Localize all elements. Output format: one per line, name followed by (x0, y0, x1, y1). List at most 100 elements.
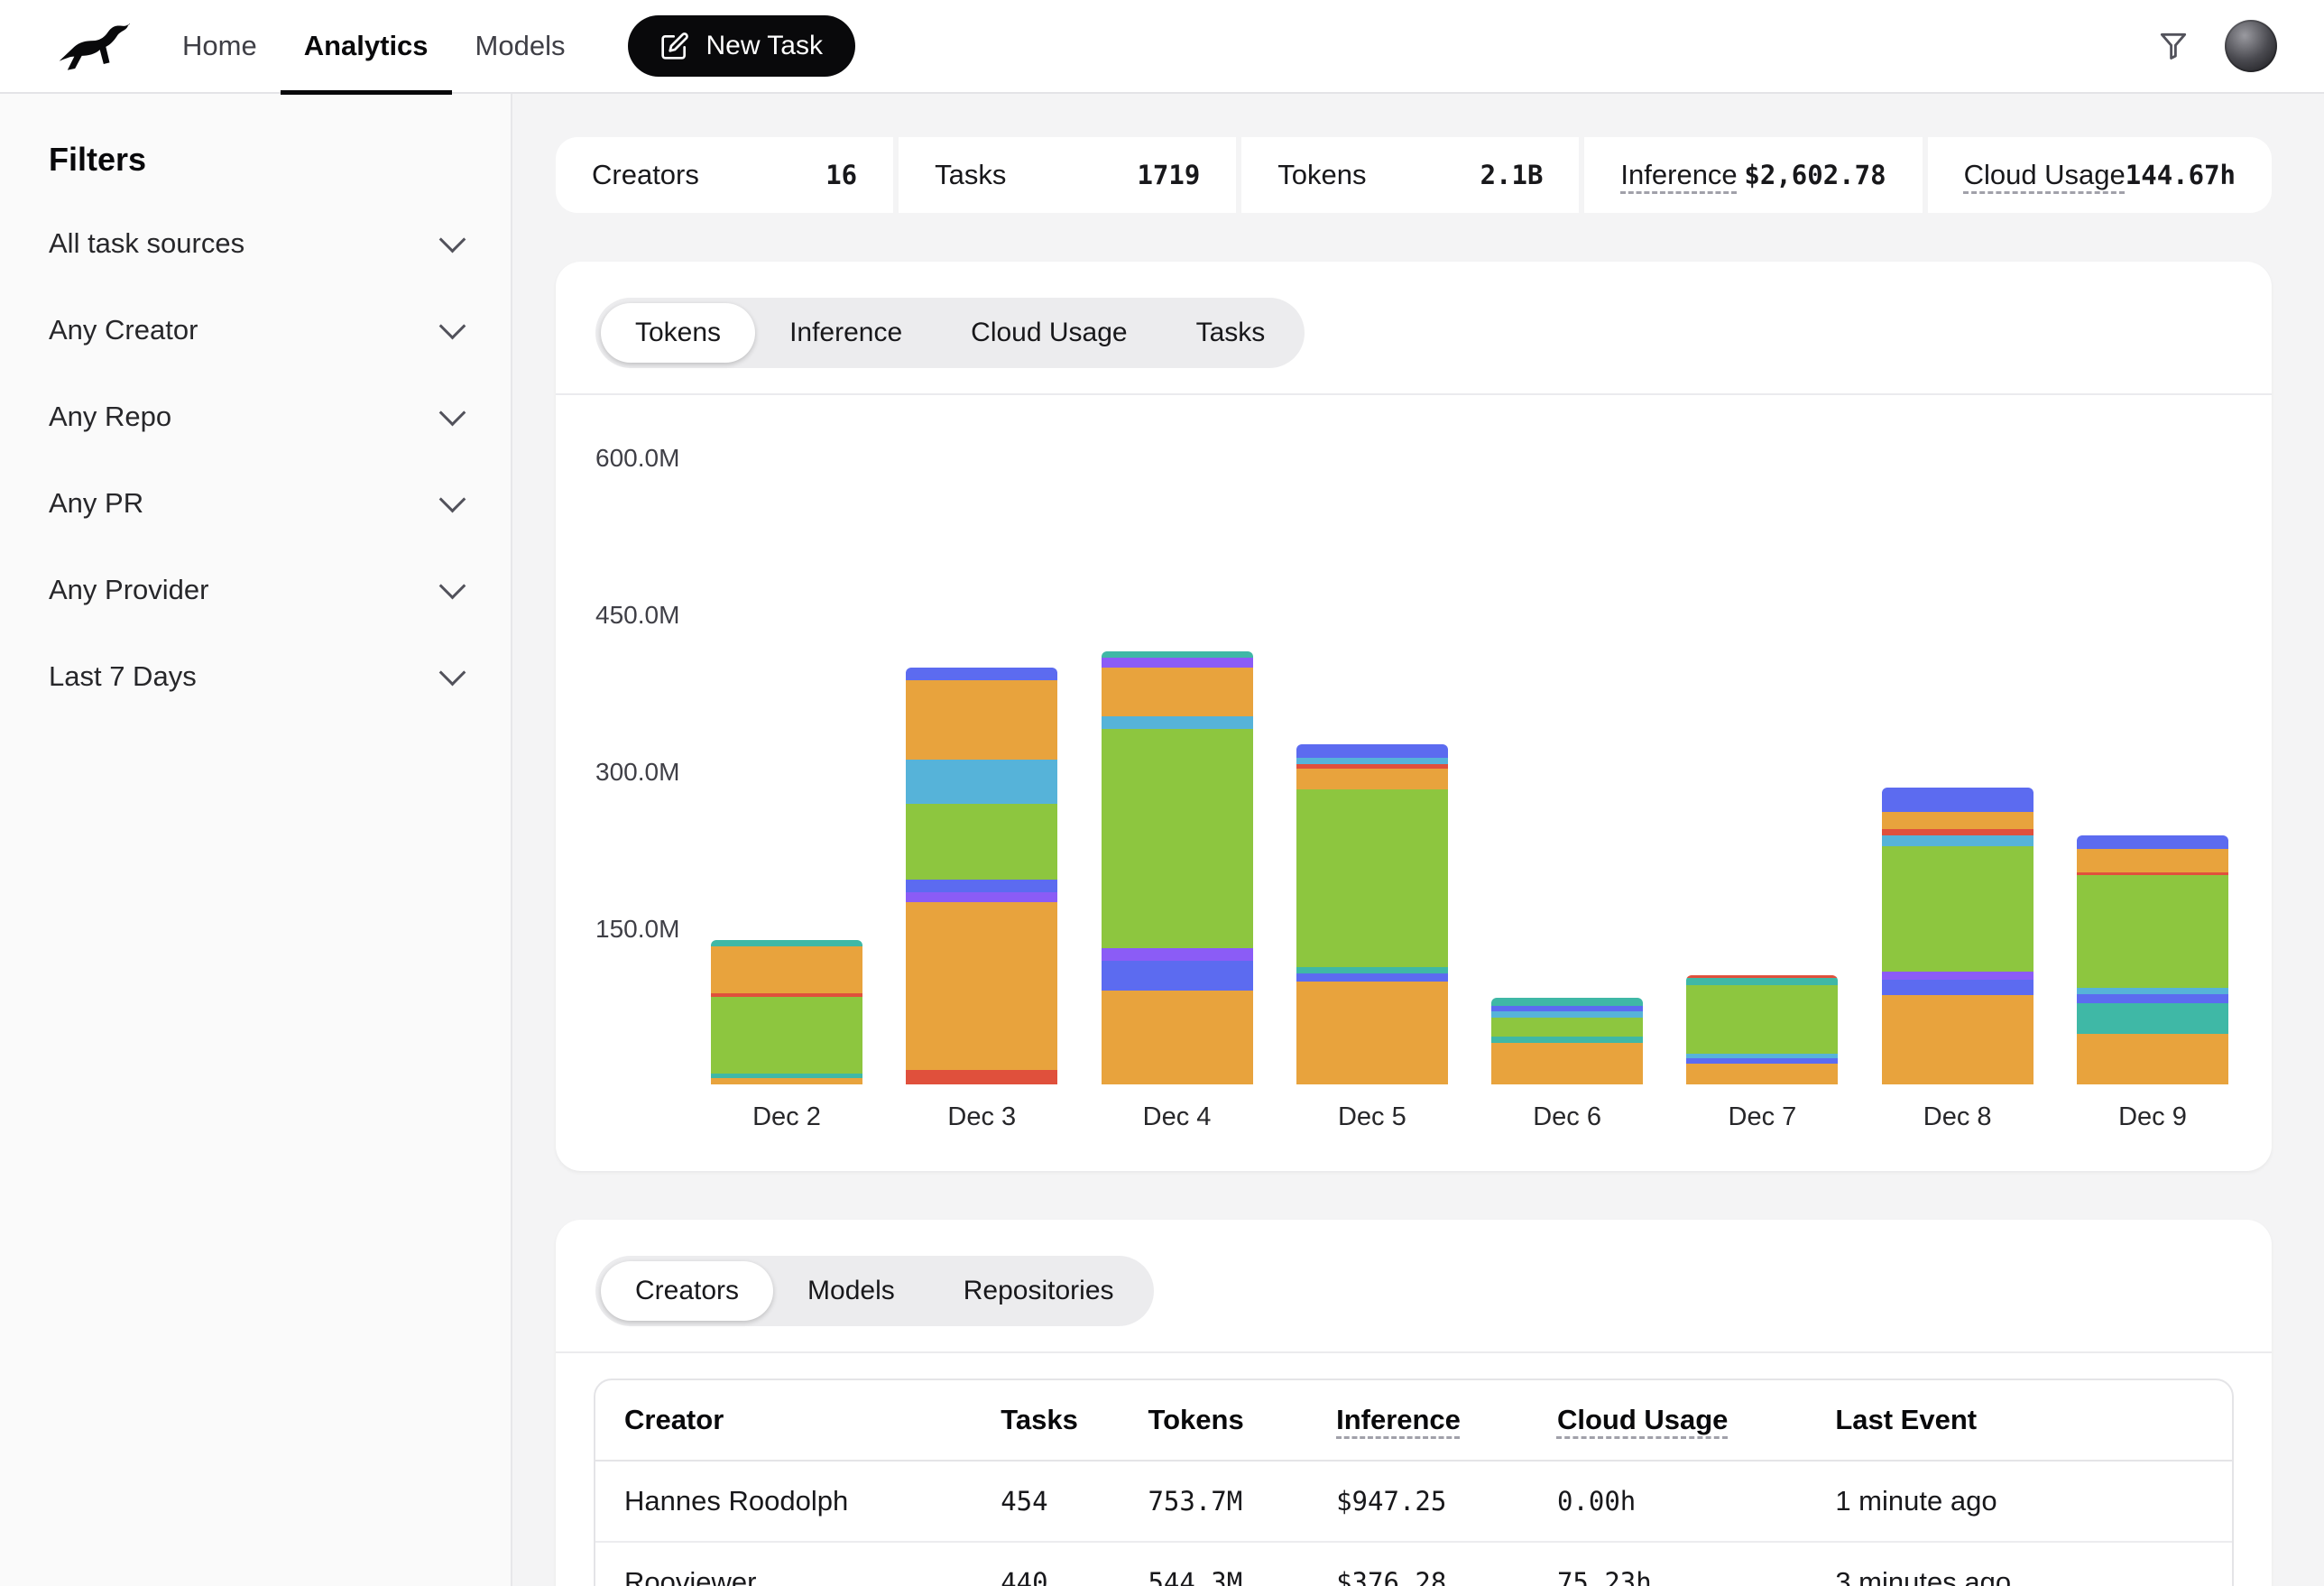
bar-segment-green (906, 804, 1057, 880)
bar-segment-orange (1102, 668, 1253, 715)
bar-segment-teal (711, 940, 862, 946)
new-task-label: New Task (706, 31, 823, 61)
bar-segment-green (1296, 789, 1448, 967)
filter-dropdown-all-task-sources[interactable]: All task sources (49, 200, 462, 287)
bar-segment-orange (1882, 812, 2034, 829)
cell-inference: $947.25 (1307, 1461, 1528, 1542)
bar-segment-lightblue (2077, 988, 2228, 994)
table-tab-models[interactable]: Models (773, 1261, 929, 1321)
new-task-button[interactable]: New Task (628, 15, 855, 77)
kangaroo-logo-icon (54, 19, 134, 73)
bar-segment-indigo (1296, 744, 1448, 758)
filter-dropdown-last-7-days[interactable]: Last 7 Days (49, 633, 462, 720)
table-row[interactable]: Rooviewer440544.3M$376.2875.23h3 minutes… (595, 1542, 2232, 1586)
bar-segment-lightblue (1296, 758, 1448, 764)
stat-value: 2.1B (1480, 160, 1544, 190)
bar-segment-orange (711, 946, 862, 993)
chart-card-header: TokensInferenceCloud UsageTasks (556, 262, 2272, 395)
stacked-bar[interactable] (1296, 744, 1448, 1084)
nav-item-models[interactable]: Models (452, 0, 589, 93)
bar-segment-red (1882, 829, 2034, 835)
bar-column-dec-9: Dec 9 (2077, 835, 2228, 1135)
chart-tab-tasks[interactable]: Tasks (1162, 303, 1300, 363)
bar-segment-teal (1491, 1037, 1643, 1043)
x-axis-label: Dec 4 (1143, 1102, 1212, 1135)
table-tabbar: CreatorsModelsRepositories (595, 1256, 1154, 1326)
bar-segment-orange (1102, 991, 1253, 1084)
bar-segment-orange (1296, 769, 1448, 789)
bar-segment-orange (1686, 1064, 1838, 1084)
x-axis-label: Dec 8 (1923, 1102, 1992, 1135)
bar-column-dec-3: Dec 3 (906, 668, 1057, 1135)
y-axis-tick: 600.0M (595, 444, 679, 473)
avatar[interactable] (2225, 20, 2277, 72)
bar-segment-red (906, 1070, 1057, 1084)
kangaroo-logo[interactable] (54, 19, 134, 73)
stat-label[interactable]: Inference (1620, 159, 1737, 191)
bar-segment-indigo (906, 668, 1057, 680)
stacked-bar[interactable] (711, 940, 862, 1084)
column-header-inference[interactable]: Inference (1307, 1380, 1528, 1461)
stacked-bar[interactable] (1686, 975, 1838, 1084)
stacked-bar[interactable] (1102, 651, 1253, 1084)
stacked-bar[interactable] (1491, 998, 1643, 1084)
column-header-cloud-usage[interactable]: Cloud Usage (1528, 1380, 1806, 1461)
filter-label: Any Creator (49, 314, 198, 346)
filters-sidebar: Filters All task sourcesAny CreatorAny R… (0, 94, 512, 1586)
chart-tab-tokens[interactable]: Tokens (601, 303, 755, 363)
bar-segment-lightblue (1102, 716, 1253, 729)
app-root: HomeAnalyticsModels New Task Filters All… (0, 0, 2324, 1586)
chart-bars: Dec 2Dec 3Dec 4Dec 5Dec 6Dec 7Dec 8Dec 9 (711, 651, 2228, 1135)
bar-segment-indigo (2077, 994, 2228, 1002)
table-tab-repositories[interactable]: Repositories (929, 1261, 1148, 1321)
filter-label: Any PR (49, 487, 143, 520)
chart-tab-inference[interactable]: Inference (755, 303, 936, 363)
filter-dropdown-any-pr[interactable]: Any PR (49, 460, 462, 547)
table-card: CreatorsModelsRepositories CreatorTasksT… (556, 1220, 2272, 1586)
bar-segment-indigo (1296, 973, 1448, 982)
table-tab-creators[interactable]: Creators (601, 1261, 773, 1321)
bar-segment-lightblue (906, 760, 1057, 804)
edit-pencil-icon (660, 32, 689, 60)
stats-row: Creators16Tasks1719Tokens2.1BInference$2… (556, 137, 2272, 213)
chart-tab-cloud-usage[interactable]: Cloud Usage (936, 303, 1161, 363)
bar-segment-orange (1296, 982, 1448, 1084)
stat-card-tasks: Tasks1719 (899, 137, 1236, 213)
stat-card-cloud-usage: Cloud Usage144.67h (1928, 137, 2272, 213)
cell-tokens: 753.7M (1119, 1461, 1307, 1542)
filter-label: Any Repo (49, 401, 171, 433)
y-axis-tick: 450.0M (595, 601, 679, 630)
stacked-bar[interactable] (2077, 835, 2228, 1084)
bar-segment-green (1102, 729, 1253, 949)
filter-dropdown-any-creator[interactable]: Any Creator (49, 287, 462, 373)
bar-column-dec-8: Dec 8 (1882, 788, 2034, 1135)
bar-segment-orange (1491, 1043, 1643, 1084)
cell-tasks: 440 (972, 1542, 1119, 1586)
bar-segment-green (1882, 846, 2034, 972)
bar-column-dec-6: Dec 6 (1491, 998, 1643, 1135)
bar-segment-indigo (1882, 788, 2034, 813)
bar-segment-teal (1491, 998, 1643, 1006)
nav-item-analytics[interactable]: Analytics (281, 0, 452, 93)
filter-list: All task sources Any Creator Any Repo Any P… (49, 200, 462, 720)
filter-label: All task sources (49, 227, 244, 260)
cell-last-event: 3 minutes ago (1806, 1542, 2232, 1586)
stat-value: 144.67h (2126, 160, 2236, 190)
filter-dropdown-any-repo[interactable]: Any Repo (49, 373, 462, 460)
stat-label: Tasks (935, 159, 1006, 191)
cell-tokens: 544.3M (1119, 1542, 1307, 1586)
chevron-down-icon (439, 485, 466, 512)
table-row[interactable]: Hannes Roodolph454753.7M$947.250.00h1 mi… (595, 1461, 2232, 1542)
nav-item-home[interactable]: Home (159, 0, 281, 93)
stacked-bar[interactable] (1882, 788, 2034, 1084)
bar-segment-purple (1882, 972, 2034, 980)
bar-segment-orange (2077, 1034, 2228, 1084)
x-axis-label: Dec 9 (2118, 1102, 2187, 1135)
bar-segment-indigo (2077, 835, 2228, 849)
stat-label[interactable]: Cloud Usage (1964, 159, 2126, 191)
filter-funnel-icon[interactable] (2153, 25, 2194, 67)
stacked-bar[interactable] (906, 668, 1057, 1084)
filter-dropdown-any-provider[interactable]: Any Provider (49, 547, 462, 633)
bar-segment-green (2077, 875, 2228, 988)
filter-label: Any Provider (49, 574, 208, 606)
